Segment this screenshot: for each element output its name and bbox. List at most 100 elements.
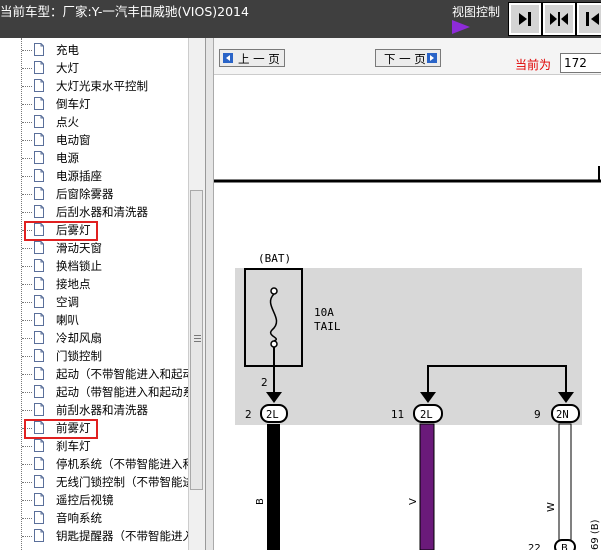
tree-item-label: 停机系统（不带智能进入和 bbox=[56, 457, 194, 471]
tree-item-label: 音响系统 bbox=[56, 511, 102, 525]
tree-item-label: 遥控后视镜 bbox=[56, 493, 114, 507]
tree-item[interactable]: 冷却风扇 bbox=[0, 329, 188, 347]
wire-left-color: B bbox=[255, 498, 266, 505]
document-icon bbox=[34, 511, 44, 524]
panel-left-arrow-icon bbox=[586, 12, 599, 26]
document-icon bbox=[34, 259, 44, 272]
tree-item[interactable]: 停机系统（不带智能进入和 bbox=[0, 455, 194, 473]
tree-item[interactable]: 门锁控制 bbox=[0, 347, 188, 365]
pin-left-wire: 2 bbox=[261, 377, 268, 389]
tree-item-label: 换档锁止 bbox=[56, 259, 102, 273]
highlight-box-rear-fog bbox=[24, 221, 98, 241]
document-icon bbox=[34, 439, 44, 452]
play-icon[interactable] bbox=[452, 20, 470, 34]
tree-item-label: 前刮水器和清洗器 bbox=[56, 403, 148, 417]
pin-right: 9 bbox=[534, 409, 541, 421]
tree-item[interactable]: 点火 bbox=[0, 113, 188, 131]
connector-mid-label: 2L bbox=[420, 409, 433, 421]
tree-scrollbar[interactable] bbox=[188, 38, 205, 550]
tree-item-label: 无线门锁控制（不带智能进 bbox=[56, 475, 194, 489]
tree-item[interactable]: 后窗除雾器 bbox=[0, 185, 188, 203]
fuse-name: TAIL bbox=[314, 320, 341, 333]
collapse-right-button[interactable] bbox=[576, 2, 601, 36]
tree-item[interactable]: 倒车灯 bbox=[0, 95, 188, 113]
tree-item[interactable]: 电源插座 bbox=[0, 167, 188, 185]
tree-item[interactable]: 起动（带智能进入和起动系 bbox=[0, 383, 194, 401]
collapse-left-button[interactable] bbox=[508, 2, 542, 36]
view-control-label: 视图控制 bbox=[452, 5, 501, 19]
tree-item-label: 空调 bbox=[56, 295, 79, 309]
document-icon bbox=[34, 313, 44, 326]
document-icon bbox=[34, 529, 44, 542]
scrollbar-thumb[interactable] bbox=[190, 190, 203, 490]
tree-item[interactable]: 大灯 bbox=[0, 59, 188, 77]
tree-item[interactable]: 遥控后视镜 bbox=[0, 491, 188, 509]
tree-item-label: 起动（带智能进入和起动系 bbox=[56, 385, 194, 399]
document-icon bbox=[34, 115, 44, 128]
document-icon bbox=[34, 97, 44, 110]
tree-item-label: 点火 bbox=[56, 115, 79, 129]
tree-item[interactable]: 电动窗 bbox=[0, 131, 188, 149]
document-icon bbox=[34, 169, 44, 182]
wire-violet bbox=[419, 423, 435, 550]
document-icon bbox=[34, 43, 44, 56]
tree-item-label: 倒车灯 bbox=[56, 97, 91, 111]
tree-item-label: 刹车灯 bbox=[56, 439, 91, 453]
document-icon bbox=[34, 187, 44, 200]
split-arrows-icon bbox=[550, 12, 568, 26]
tree-item[interactable]: 前刮水器和清洗器 bbox=[0, 401, 188, 419]
document-icon bbox=[34, 403, 44, 416]
pin-mid: 11 bbox=[391, 409, 404, 421]
tree-item[interactable]: 起动（不带智能进入和起动 bbox=[0, 365, 194, 383]
tree-item-label: 电源插座 bbox=[56, 169, 102, 183]
document-icon bbox=[34, 79, 44, 92]
document-icon bbox=[34, 349, 44, 362]
tree-item[interactable]: 接地点 bbox=[0, 275, 188, 293]
document-icon bbox=[34, 367, 44, 380]
tree-item-label: 电动窗 bbox=[56, 133, 91, 147]
fuse-amp: 10A bbox=[314, 306, 334, 319]
tree-item-label: 充电 bbox=[56, 43, 79, 57]
document-icon bbox=[34, 205, 44, 218]
tree-item-label: 大灯光束水平控制 bbox=[56, 79, 148, 93]
pin-left: 2 bbox=[245, 409, 252, 421]
tree-item-label: 电源 bbox=[56, 151, 79, 165]
tree-item[interactable]: 电源 bbox=[0, 149, 188, 167]
tree-item[interactable]: 大灯光束水平控制 bbox=[0, 77, 188, 95]
wire-white bbox=[558, 423, 572, 545]
tree-item[interactable]: 无线门锁控制（不带智能进 bbox=[0, 473, 194, 491]
splitter-bar[interactable] bbox=[206, 38, 214, 550]
tree-item[interactable]: 空调 bbox=[0, 293, 188, 311]
tree-item-label: 后刮水器和清洗器 bbox=[56, 205, 148, 219]
highlight-box-front-fog bbox=[24, 419, 98, 439]
tree-item-label: 钥匙提醒器（不带智能进入 bbox=[56, 529, 194, 543]
wire-right-color: W bbox=[546, 502, 557, 512]
tree-item[interactable]: 充电 bbox=[0, 41, 188, 59]
tree-item[interactable]: 后刮水器和清洗器 bbox=[0, 203, 188, 221]
tree-item[interactable]: 刹车灯 bbox=[0, 437, 188, 455]
document-icon bbox=[34, 241, 44, 254]
vehicle-title: 当前车型：厂家:Y-一汽丰田威驰(VIOS)2014 bbox=[0, 4, 249, 19]
tree-item[interactable]: 喇叭 bbox=[0, 311, 188, 329]
tree-item-label: 喇叭 bbox=[56, 313, 79, 327]
bottom-pin: 22 bbox=[528, 543, 541, 550]
split-view-button[interactable] bbox=[542, 2, 576, 36]
side-label: 69 (B) bbox=[590, 519, 601, 550]
tree-item-label: 大灯 bbox=[56, 61, 79, 75]
tree-item[interactable]: 换档锁止 bbox=[0, 257, 188, 275]
junction-block bbox=[235, 268, 582, 425]
tree-item-label: 冷却风扇 bbox=[56, 331, 102, 345]
document-icon bbox=[34, 493, 44, 506]
system-tree-panel: 充电 大灯 大灯光束水平控制 倒车灯 点火 电动窗 电源 电源插座 后窗除雾器 后刮水器和清洗器后… bbox=[0, 38, 206, 550]
document-icon bbox=[34, 277, 44, 290]
document-icon bbox=[34, 457, 44, 470]
tree-item[interactable]: 音响系统 bbox=[0, 509, 188, 527]
top-bar: 当前车型：厂家:Y-一汽丰田威驰(VIOS)2014 视图控制 bbox=[0, 0, 601, 38]
document-icon bbox=[34, 151, 44, 164]
tree-item[interactable]: 钥匙提醒器（不带智能进入 bbox=[0, 527, 194, 545]
tree-item-label: 接地点 bbox=[56, 277, 91, 291]
tree-item-label: 门锁控制 bbox=[56, 349, 102, 363]
tree-item[interactable]: 滑动天窗 bbox=[0, 239, 188, 257]
connector-right-label: 2N bbox=[556, 409, 569, 421]
document-icon bbox=[34, 475, 44, 488]
